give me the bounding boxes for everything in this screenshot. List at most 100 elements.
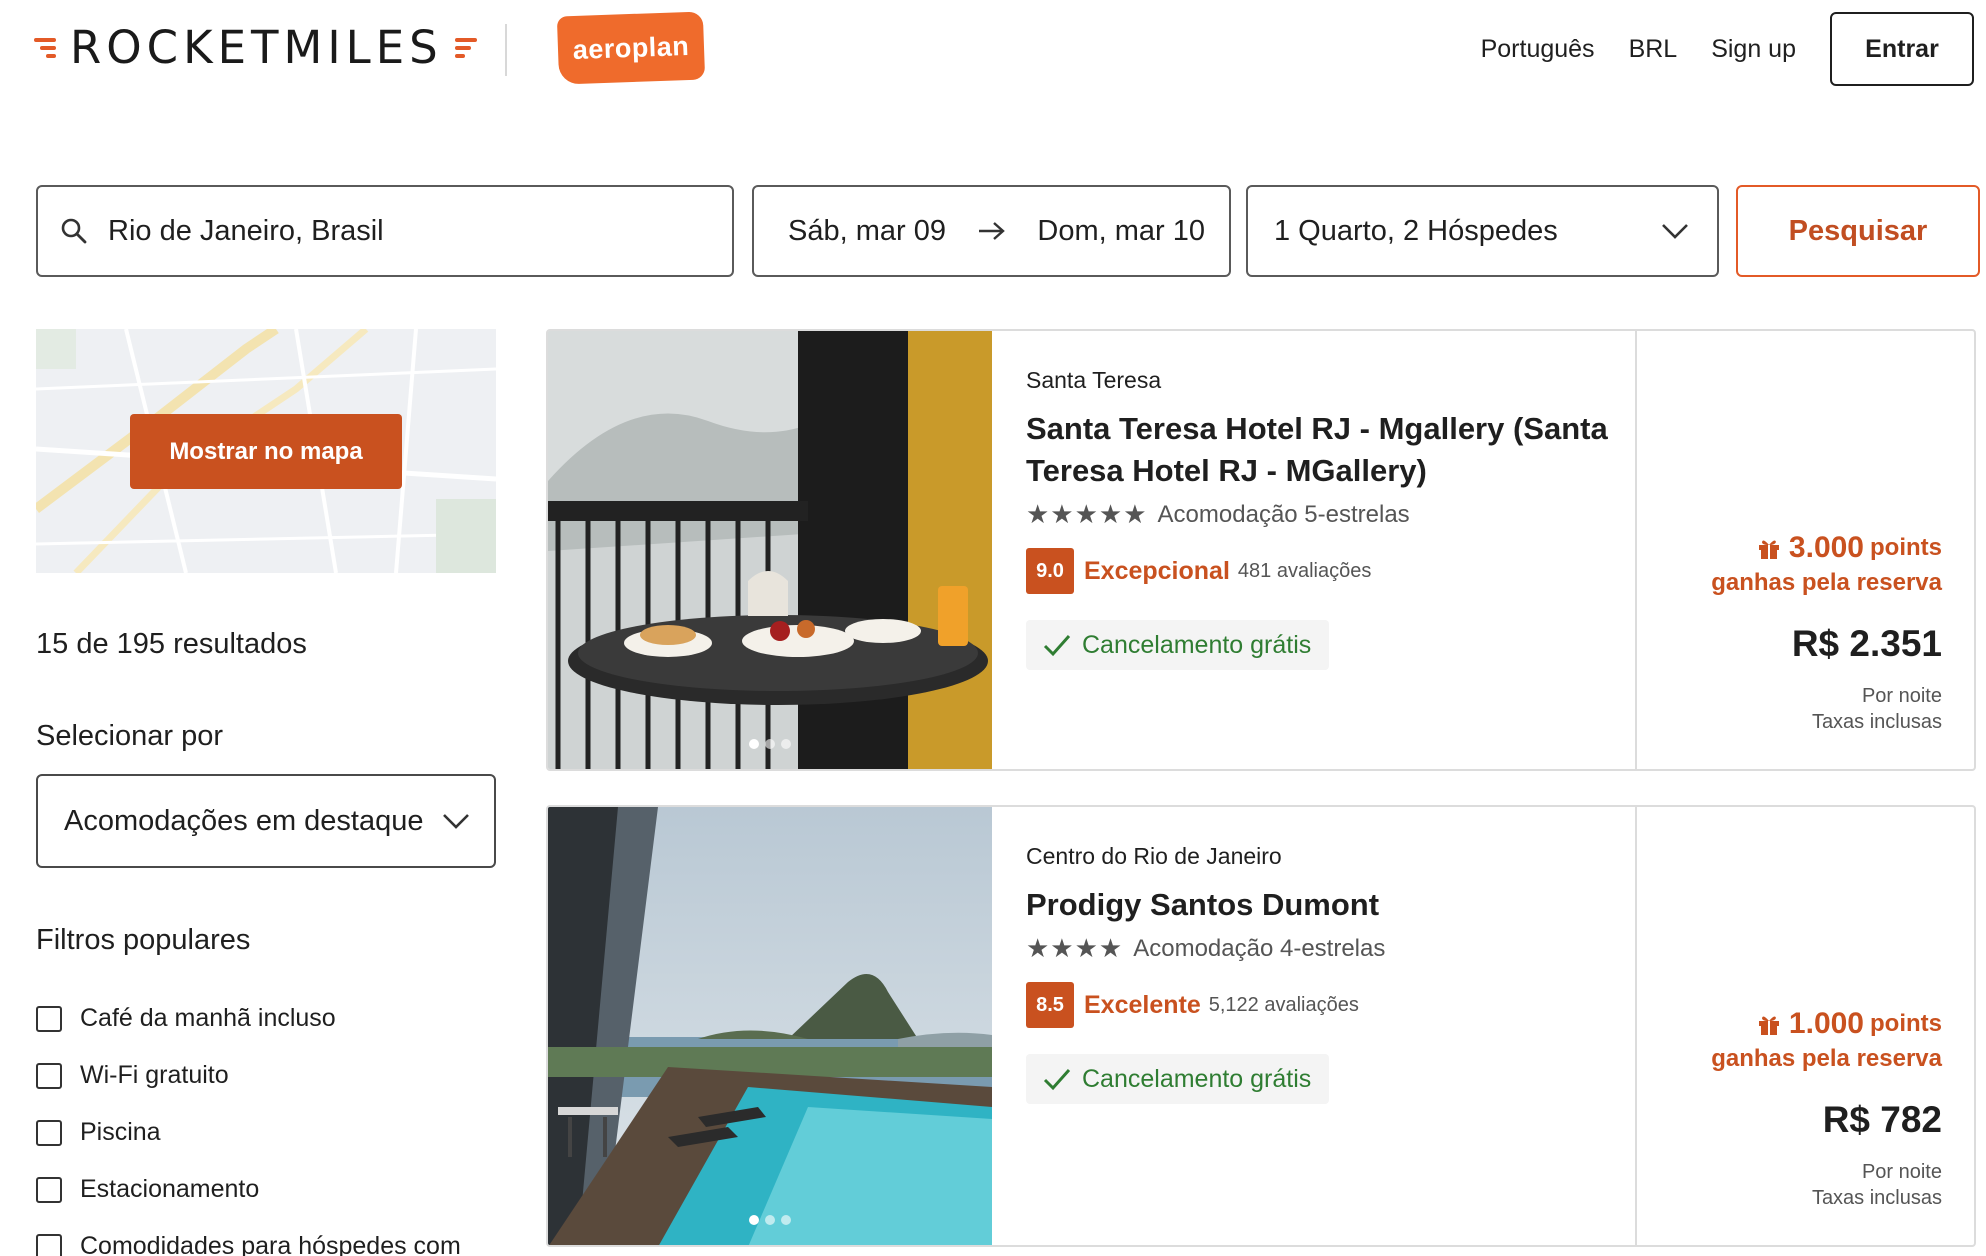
- price-note-per-night: Por noite: [1861, 685, 1942, 707]
- points-earned: 3.000 points: [1637, 531, 1942, 565]
- stars-label: Acomodação 5-estrelas: [1157, 501, 1410, 528]
- hotel-card[interactable]: Santa Teresa Santa Teresa Hotel RJ - Mga…: [546, 329, 1976, 771]
- chevron-down-icon: [443, 814, 469, 829]
- rocketmiles-logo[interactable]: ROCKETMILES: [34, 21, 477, 74]
- price-note-per-night: Por noite: [1861, 1161, 1942, 1183]
- results-count: 15 de 195 resultados: [36, 628, 307, 660]
- price-note: Por noite Taxas inclusas: [1637, 1159, 1942, 1211]
- filter-label: Estacionamento: [80, 1175, 260, 1203]
- hotel-info: Santa Teresa Santa Teresa Hotel RJ - Mga…: [992, 331, 1635, 769]
- points-subtitle: ganhas pela reserva: [1711, 569, 1942, 596]
- search-bar: Rio de Janeiro, Brasil Sáb, mar 09 Dom, …: [36, 185, 1980, 277]
- review-count: 5,122 avaliações: [1208, 993, 1359, 1016]
- check-icon: [1043, 1069, 1071, 1091]
- hotel-photo-image: [548, 331, 992, 769]
- guest-rating: 9.0 Excepcional 481 avaliações: [1026, 548, 1635, 594]
- points-subtitle: ganhas pela reserva: [1711, 1045, 1942, 1072]
- arrow-right-icon: [978, 222, 1005, 240]
- popular-filters-title: Filtros populares: [36, 924, 251, 956]
- hotel-neighborhood: Centro do Rio de Janeiro: [1026, 843, 1282, 869]
- login-button[interactable]: Entrar: [1830, 12, 1974, 86]
- checkout-date[interactable]: Dom, mar 10: [1037, 215, 1205, 248]
- filter-breakfast[interactable]: Café da manhã incluso: [36, 990, 496, 1047]
- sort-value: Acomodações em destaque: [64, 804, 424, 837]
- checkin-date[interactable]: Sáb, mar 09: [788, 215, 946, 248]
- hotel-photo[interactable]: [548, 807, 992, 1245]
- nightly-price: R$ 782: [1822, 1099, 1942, 1140]
- rating-score-badge: 9.0: [1026, 548, 1074, 594]
- rating-word: Excelente: [1084, 990, 1201, 1019]
- stars-label: Acomodação 4-estrelas: [1133, 935, 1386, 962]
- stars-icon: ★★★★★: [1026, 500, 1148, 530]
- language-selector[interactable]: Português: [1481, 35, 1595, 64]
- filter-parking[interactable]: Estacionamento: [36, 1161, 496, 1218]
- chevron-down-icon: [1662, 224, 1688, 239]
- destination-value: Rio de Janeiro, Brasil: [108, 214, 384, 247]
- logo-divider: [505, 24, 507, 76]
- star-rating: ★★★★★ Acomodação 5-estrelas: [1026, 500, 1635, 530]
- photo-carousel-dots[interactable]: [548, 739, 992, 749]
- hotel-card[interactable]: Centro do Rio de Janeiro Prodigy Santos …: [546, 805, 1976, 1247]
- free-cancellation-badge: Cancelamento grátis: [1026, 1054, 1330, 1104]
- cancellation-text: Cancelamento grátis: [1082, 1064, 1312, 1093]
- price-note: Por noite Taxas inclusas: [1637, 683, 1942, 735]
- filter-checkbox[interactable]: [36, 1005, 62, 1032]
- aeroplan-logo-text: aeroplan: [572, 30, 690, 65]
- filter-checkbox[interactable]: [36, 1119, 62, 1146]
- signup-link[interactable]: Sign up: [1711, 35, 1796, 64]
- photo-carousel-dots[interactable]: [548, 1215, 992, 1225]
- hotel-photo[interactable]: [548, 331, 992, 769]
- rating-score-badge: 8.5: [1026, 982, 1074, 1028]
- filter-checkbox[interactable]: [36, 1062, 62, 1089]
- free-cancellation-badge: Cancelamento grátis: [1026, 620, 1330, 670]
- rating-word: Excepcional: [1084, 556, 1230, 585]
- filter-accessibility[interactable]: Comodidades para hóspedes com: [36, 1218, 496, 1256]
- filter-checkbox[interactable]: [36, 1176, 62, 1203]
- cancellation-text: Cancelamento grátis: [1082, 630, 1312, 659]
- date-range-field[interactable]: Sáb, mar 09 Dom, mar 10: [752, 185, 1231, 277]
- sort-label: Selecionar por: [36, 720, 223, 752]
- nightly-price: R$ 2.351: [1791, 623, 1942, 664]
- price-note-taxes: Taxas inclusas: [1811, 1187, 1942, 1209]
- filter-label: Comodidades para hóspedes com: [80, 1232, 461, 1256]
- hotel-neighborhood: Santa Teresa: [1026, 367, 1162, 393]
- hotel-photo-image: [548, 807, 992, 1245]
- hotel-name[interactable]: Prodigy Santos Dumont: [1026, 884, 1635, 926]
- points-earned: 1.000 points: [1637, 1007, 1942, 1041]
- hotel-name[interactable]: Santa Teresa Hotel RJ - Mgallery (Santa …: [1026, 408, 1635, 492]
- currency-selector[interactable]: BRL: [1629, 35, 1678, 64]
- points-unit: points: [1870, 534, 1942, 561]
- guests-value: 1 Quarto, 2 Hóspedes: [1274, 214, 1558, 247]
- brand-name: ROCKETMILES: [70, 21, 443, 74]
- gift-icon: [1758, 1016, 1779, 1035]
- hotel-info: Centro do Rio de Janeiro Prodigy Santos …: [992, 807, 1635, 1245]
- popular-filters-list: Café da manhã incluso Wi-Fi gratuito Pis…: [36, 990, 496, 1256]
- map-preview[interactable]: Mostrar no mapa: [36, 329, 496, 573]
- aeroplan-logo: aeroplan: [556, 11, 706, 85]
- price-note-taxes: Taxas inclusas: [1811, 711, 1942, 733]
- site-header: ROCKETMILES aeroplan Português BRL Sign …: [0, 0, 1986, 100]
- review-count: 481 avaliações: [1237, 559, 1372, 582]
- rocket-stripes-icon: [34, 36, 60, 60]
- filter-label: Piscina: [80, 1118, 161, 1146]
- guest-rating: 8.5 Excelente 5,122 avaliações: [1026, 982, 1635, 1028]
- header-nav: Português BRL Sign up Entrar: [1481, 12, 1974, 86]
- guests-dropdown[interactable]: 1 Quarto, 2 Hóspedes: [1246, 185, 1719, 277]
- filter-pool[interactable]: Piscina: [36, 1104, 496, 1161]
- filter-label: Wi-Fi gratuito: [80, 1061, 229, 1089]
- stars-icon: ★★★★: [1026, 934, 1124, 964]
- price-panel: 1.000 points ganhas pela reserva R$ 782 …: [1635, 807, 1974, 1245]
- search-button[interactable]: Pesquisar: [1736, 185, 1980, 277]
- filter-label: Café da manhã incluso: [80, 1004, 336, 1032]
- sort-dropdown[interactable]: Acomodações em destaque: [36, 774, 496, 868]
- destination-field[interactable]: Rio de Janeiro, Brasil: [36, 185, 734, 277]
- show-on-map-button[interactable]: Mostrar no mapa: [130, 414, 402, 489]
- points-amount: 3.000: [1788, 531, 1864, 564]
- search-icon: [61, 218, 87, 244]
- star-rating: ★★★★ Acomodação 4-estrelas: [1026, 934, 1635, 964]
- points-amount: 1.000: [1788, 1007, 1864, 1040]
- rocket-stripes-icon: [451, 36, 477, 60]
- filter-wifi[interactable]: Wi-Fi gratuito: [36, 1047, 496, 1104]
- points-unit: points: [1870, 1010, 1942, 1037]
- filter-checkbox[interactable]: [36, 1233, 62, 1256]
